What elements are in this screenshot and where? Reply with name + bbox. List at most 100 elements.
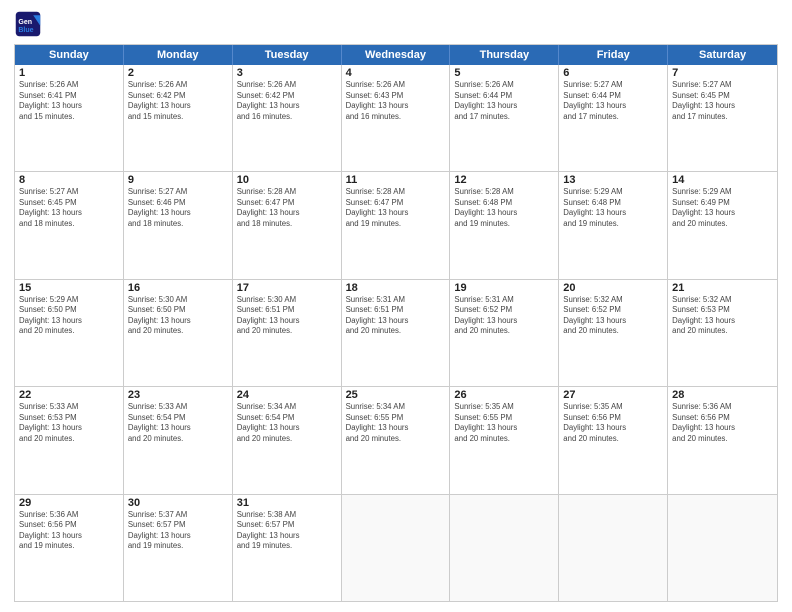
calendar-cell bbox=[668, 495, 777, 601]
day-info: Sunrise: 5:33 AM Sunset: 6:53 PM Dayligh… bbox=[19, 402, 119, 444]
day-number: 25 bbox=[346, 389, 446, 401]
calendar-cell: 5Sunrise: 5:26 AM Sunset: 6:44 PM Daylig… bbox=[450, 65, 559, 171]
day-number: 23 bbox=[128, 389, 228, 401]
day-number: 19 bbox=[454, 282, 554, 294]
day-info: Sunrise: 5:38 AM Sunset: 6:57 PM Dayligh… bbox=[237, 510, 337, 552]
calendar-cell: 28Sunrise: 5:36 AM Sunset: 6:56 PM Dayli… bbox=[668, 387, 777, 493]
calendar-body: 1Sunrise: 5:26 AM Sunset: 6:41 PM Daylig… bbox=[15, 65, 777, 601]
calendar-cell: 14Sunrise: 5:29 AM Sunset: 6:49 PM Dayli… bbox=[668, 172, 777, 278]
calendar-cell: 21Sunrise: 5:32 AM Sunset: 6:53 PM Dayli… bbox=[668, 280, 777, 386]
calendar-cell: 16Sunrise: 5:30 AM Sunset: 6:50 PM Dayli… bbox=[124, 280, 233, 386]
calendar-cell: 7Sunrise: 5:27 AM Sunset: 6:45 PM Daylig… bbox=[668, 65, 777, 171]
calendar-header-cell: Sunday bbox=[15, 45, 124, 65]
calendar-cell bbox=[559, 495, 668, 601]
day-info: Sunrise: 5:36 AM Sunset: 6:56 PM Dayligh… bbox=[19, 510, 119, 552]
day-number: 22 bbox=[19, 389, 119, 401]
day-number: 28 bbox=[672, 389, 773, 401]
day-number: 18 bbox=[346, 282, 446, 294]
calendar-cell: 8Sunrise: 5:27 AM Sunset: 6:45 PM Daylig… bbox=[15, 172, 124, 278]
day-number: 24 bbox=[237, 389, 337, 401]
calendar-cell: 3Sunrise: 5:26 AM Sunset: 6:42 PM Daylig… bbox=[233, 65, 342, 171]
calendar-week: 22Sunrise: 5:33 AM Sunset: 6:53 PM Dayli… bbox=[15, 387, 777, 494]
day-info: Sunrise: 5:31 AM Sunset: 6:52 PM Dayligh… bbox=[454, 295, 554, 337]
calendar-week: 1Sunrise: 5:26 AM Sunset: 6:41 PM Daylig… bbox=[15, 65, 777, 172]
calendar-cell: 24Sunrise: 5:34 AM Sunset: 6:54 PM Dayli… bbox=[233, 387, 342, 493]
logo: Gen Blue bbox=[14, 10, 46, 38]
day-info: Sunrise: 5:30 AM Sunset: 6:50 PM Dayligh… bbox=[128, 295, 228, 337]
calendar-cell: 18Sunrise: 5:31 AM Sunset: 6:51 PM Dayli… bbox=[342, 280, 451, 386]
calendar-cell: 17Sunrise: 5:30 AM Sunset: 6:51 PM Dayli… bbox=[233, 280, 342, 386]
day-number: 15 bbox=[19, 282, 119, 294]
day-number: 1 bbox=[19, 67, 119, 79]
day-info: Sunrise: 5:27 AM Sunset: 6:45 PM Dayligh… bbox=[19, 187, 119, 229]
calendar-cell: 22Sunrise: 5:33 AM Sunset: 6:53 PM Dayli… bbox=[15, 387, 124, 493]
day-number: 29 bbox=[19, 497, 119, 509]
day-info: Sunrise: 5:35 AM Sunset: 6:56 PM Dayligh… bbox=[563, 402, 663, 444]
day-info: Sunrise: 5:26 AM Sunset: 6:42 PM Dayligh… bbox=[237, 80, 337, 122]
calendar-header-cell: Wednesday bbox=[342, 45, 451, 65]
calendar-week: 29Sunrise: 5:36 AM Sunset: 6:56 PM Dayli… bbox=[15, 495, 777, 601]
day-number: 5 bbox=[454, 67, 554, 79]
day-number: 26 bbox=[454, 389, 554, 401]
calendar-cell: 25Sunrise: 5:34 AM Sunset: 6:55 PM Dayli… bbox=[342, 387, 451, 493]
calendar-week: 8Sunrise: 5:27 AM Sunset: 6:45 PM Daylig… bbox=[15, 172, 777, 279]
day-number: 21 bbox=[672, 282, 773, 294]
calendar-cell: 11Sunrise: 5:28 AM Sunset: 6:47 PM Dayli… bbox=[342, 172, 451, 278]
day-info: Sunrise: 5:31 AM Sunset: 6:51 PM Dayligh… bbox=[346, 295, 446, 337]
calendar-header: SundayMondayTuesdayWednesdayThursdayFrid… bbox=[15, 45, 777, 65]
day-info: Sunrise: 5:32 AM Sunset: 6:53 PM Dayligh… bbox=[672, 295, 773, 337]
calendar-cell: 12Sunrise: 5:28 AM Sunset: 6:48 PM Dayli… bbox=[450, 172, 559, 278]
calendar-cell: 20Sunrise: 5:32 AM Sunset: 6:52 PM Dayli… bbox=[559, 280, 668, 386]
day-number: 4 bbox=[346, 67, 446, 79]
day-number: 9 bbox=[128, 174, 228, 186]
day-number: 17 bbox=[237, 282, 337, 294]
calendar-cell bbox=[450, 495, 559, 601]
calendar-header-cell: Friday bbox=[559, 45, 668, 65]
page: Gen Blue SundayMondayTuesdayWednesdayThu… bbox=[0, 0, 792, 612]
calendar-cell: 23Sunrise: 5:33 AM Sunset: 6:54 PM Dayli… bbox=[124, 387, 233, 493]
calendar-week: 15Sunrise: 5:29 AM Sunset: 6:50 PM Dayli… bbox=[15, 280, 777, 387]
day-number: 10 bbox=[237, 174, 337, 186]
header: Gen Blue bbox=[14, 10, 778, 38]
day-number: 8 bbox=[19, 174, 119, 186]
calendar-cell: 31Sunrise: 5:38 AM Sunset: 6:57 PM Dayli… bbox=[233, 495, 342, 601]
day-info: Sunrise: 5:29 AM Sunset: 6:49 PM Dayligh… bbox=[672, 187, 773, 229]
calendar-cell: 29Sunrise: 5:36 AM Sunset: 6:56 PM Dayli… bbox=[15, 495, 124, 601]
day-info: Sunrise: 5:30 AM Sunset: 6:51 PM Dayligh… bbox=[237, 295, 337, 337]
day-number: 20 bbox=[563, 282, 663, 294]
day-info: Sunrise: 5:29 AM Sunset: 6:48 PM Dayligh… bbox=[563, 187, 663, 229]
day-info: Sunrise: 5:28 AM Sunset: 6:47 PM Dayligh… bbox=[346, 187, 446, 229]
day-number: 6 bbox=[563, 67, 663, 79]
svg-text:Blue: Blue bbox=[18, 27, 33, 34]
day-info: Sunrise: 5:27 AM Sunset: 6:46 PM Dayligh… bbox=[128, 187, 228, 229]
day-number: 11 bbox=[346, 174, 446, 186]
day-info: Sunrise: 5:28 AM Sunset: 6:48 PM Dayligh… bbox=[454, 187, 554, 229]
day-number: 7 bbox=[672, 67, 773, 79]
calendar-cell: 15Sunrise: 5:29 AM Sunset: 6:50 PM Dayli… bbox=[15, 280, 124, 386]
day-info: Sunrise: 5:33 AM Sunset: 6:54 PM Dayligh… bbox=[128, 402, 228, 444]
day-info: Sunrise: 5:37 AM Sunset: 6:57 PM Dayligh… bbox=[128, 510, 228, 552]
day-info: Sunrise: 5:27 AM Sunset: 6:44 PM Dayligh… bbox=[563, 80, 663, 122]
day-number: 2 bbox=[128, 67, 228, 79]
calendar-cell: 1Sunrise: 5:26 AM Sunset: 6:41 PM Daylig… bbox=[15, 65, 124, 171]
day-info: Sunrise: 5:26 AM Sunset: 6:44 PM Dayligh… bbox=[454, 80, 554, 122]
day-number: 30 bbox=[128, 497, 228, 509]
calendar-cell: 26Sunrise: 5:35 AM Sunset: 6:55 PM Dayli… bbox=[450, 387, 559, 493]
calendar-header-cell: Monday bbox=[124, 45, 233, 65]
day-number: 12 bbox=[454, 174, 554, 186]
calendar-cell: 9Sunrise: 5:27 AM Sunset: 6:46 PM Daylig… bbox=[124, 172, 233, 278]
svg-text:Gen: Gen bbox=[18, 19, 32, 26]
day-number: 13 bbox=[563, 174, 663, 186]
day-number: 14 bbox=[672, 174, 773, 186]
calendar-header-cell: Saturday bbox=[668, 45, 777, 65]
logo-icon: Gen Blue bbox=[14, 10, 42, 38]
day-info: Sunrise: 5:29 AM Sunset: 6:50 PM Dayligh… bbox=[19, 295, 119, 337]
day-number: 31 bbox=[237, 497, 337, 509]
day-info: Sunrise: 5:35 AM Sunset: 6:55 PM Dayligh… bbox=[454, 402, 554, 444]
day-info: Sunrise: 5:36 AM Sunset: 6:56 PM Dayligh… bbox=[672, 402, 773, 444]
day-number: 16 bbox=[128, 282, 228, 294]
calendar-header-cell: Thursday bbox=[450, 45, 559, 65]
calendar-cell: 27Sunrise: 5:35 AM Sunset: 6:56 PM Dayli… bbox=[559, 387, 668, 493]
calendar-cell: 13Sunrise: 5:29 AM Sunset: 6:48 PM Dayli… bbox=[559, 172, 668, 278]
calendar-cell: 10Sunrise: 5:28 AM Sunset: 6:47 PM Dayli… bbox=[233, 172, 342, 278]
